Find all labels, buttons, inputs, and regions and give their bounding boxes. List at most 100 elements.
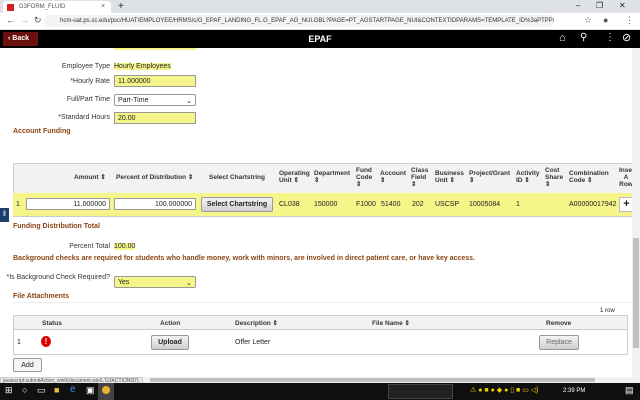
- profile-icon[interactable]: ●: [603, 15, 608, 25]
- col-account[interactable]: Account ⇕: [380, 170, 408, 184]
- background-check-label: *Is Background Check Required?: [6, 274, 110, 281]
- cell-account: 51400: [381, 201, 401, 208]
- col-cost-share[interactable]: Cost Share ⇕: [545, 167, 565, 188]
- app-header: EPAF ‹ Back ⌂ ⚲ ⋮ ⊘: [0, 30, 640, 48]
- background-check-notice: Background checks are required for stude…: [13, 255, 476, 262]
- restore-icon[interactable]: ❐: [596, 1, 603, 10]
- windows-start-icon[interactable]: ⊞: [5, 385, 13, 396]
- reload-icon[interactable]: ↻: [34, 15, 42, 26]
- vertical-scrollbar[interactable]: [632, 48, 640, 383]
- account-funding-title: Account Funding: [13, 128, 71, 135]
- percent-total-value: 100.00: [114, 243, 136, 250]
- tab-title: G3FORM_FLUID: [19, 4, 66, 10]
- scrollbar-thumb[interactable]: [633, 238, 639, 348]
- back-button[interactable]: ‹ Back: [3, 32, 38, 46]
- col-combination-code[interactable]: Combination Code ⇕: [569, 170, 614, 184]
- address-bar: ← → ↻ hcm-uat.ps.sc.edu/psc/HUAT/EMPLOYE…: [0, 13, 640, 30]
- col-activity-id[interactable]: Activity ID ⇕: [516, 170, 540, 184]
- select-chartstring-button[interactable]: Select Chartstring: [201, 197, 273, 212]
- employee-type-value: Hourly Employees: [114, 63, 171, 70]
- upload-button[interactable]: Upload: [151, 335, 189, 350]
- cell-activity-id: 1: [516, 201, 520, 208]
- store-icon[interactable]: ▣: [86, 385, 95, 396]
- row-number: 1: [16, 201, 20, 208]
- chevron-down-icon: ⌄: [186, 98, 192, 105]
- file-attachments-title: File Attachments: [13, 293, 70, 300]
- full-part-time-select[interactable]: Part-Time ⌄: [114, 94, 196, 106]
- employee-type-label: Employee Type: [61, 63, 110, 70]
- background-check-select[interactable]: Yes ⌄: [114, 276, 196, 288]
- row-count: 1 row: [600, 308, 615, 314]
- bookmark-star-icon[interactable]: ☆: [584, 15, 592, 26]
- home-icon[interactable]: ⌂: [559, 32, 566, 44]
- col-class-field[interactable]: Class Field ⇕: [411, 167, 431, 188]
- file-explorer-icon[interactable]: ■: [54, 385, 59, 395]
- funding-total-title: Funding Distribution Total: [13, 223, 100, 230]
- window-close-icon[interactable]: ✕: [619, 1, 626, 10]
- col-department[interactable]: Department ⇕: [314, 170, 354, 184]
- close-tab-icon[interactable]: ×: [101, 3, 105, 10]
- percent-input[interactable]: 100.000000: [114, 198, 196, 210]
- error-status-icon: !: [41, 336, 51, 347]
- cell-operating-unit: CL038: [279, 201, 300, 208]
- menu-icon[interactable]: ⋮: [625, 15, 634, 26]
- col-fund-code[interactable]: Fund Code ⇕: [356, 167, 378, 188]
- attachment-description: Offer Letter: [235, 339, 271, 346]
- col-percent[interactable]: Percent of Distribution ⇕: [116, 174, 193, 181]
- col-select-chartstring: Select Chartstring: [209, 174, 265, 181]
- field-top-remnant: [114, 48, 196, 50]
- side-panel-toggle-icon[interactable]: ‖: [0, 208, 9, 222]
- full-part-value: Part-Time: [118, 97, 149, 104]
- attachment-row-number: 1: [17, 339, 21, 346]
- col-project-grant[interactable]: Project/Grant ⇕: [469, 170, 514, 184]
- favicon-icon: [7, 4, 14, 11]
- cell-project-grant: 10005084: [469, 201, 501, 208]
- cell-fund-code: F1000: [356, 201, 376, 208]
- background-check-value: Yes: [118, 279, 130, 286]
- replace-button[interactable]: Replace: [539, 335, 579, 350]
- col-operating-unit[interactable]: Operating Unit ⇕: [279, 170, 315, 184]
- add-attachment-button[interactable]: Add: [13, 358, 42, 372]
- cell-business-unit: USCSP: [435, 201, 460, 208]
- task-view-icon[interactable]: ▭: [37, 385, 46, 396]
- col-action: Action: [160, 320, 181, 327]
- full-part-time-label: Full/Part Time: [66, 96, 110, 103]
- hourly-rate-label: *Hourly Rate: [70, 78, 110, 85]
- tray-app-group[interactable]: [388, 384, 453, 399]
- standard-hours-label: *Standard Hours: [58, 114, 110, 121]
- col-remove: Remove: [546, 320, 572, 327]
- notifications-icon[interactable]: ▤: [625, 385, 634, 396]
- cell-department: 150000: [314, 201, 338, 208]
- col-status: Status: [42, 320, 62, 327]
- back-arrow-icon[interactable]: ←: [6, 15, 15, 25]
- actions-menu-icon[interactable]: ⋮: [605, 32, 615, 43]
- amount-input[interactable]: 11.000000: [26, 198, 110, 210]
- back-label: Back: [12, 35, 30, 42]
- page-title: EPAF: [308, 34, 332, 44]
- search-icon[interactable]: ⚲: [580, 32, 587, 43]
- col-insert-row: Insert A Row: [619, 167, 633, 188]
- clock[interactable]: 2:39 PM: [563, 388, 585, 394]
- h-scrollbar-thumb[interactable]: [150, 378, 595, 382]
- chrome-taskbar-icon[interactable]: [98, 383, 114, 400]
- cell-class-field: 202: [412, 201, 424, 208]
- col-business-unit[interactable]: Business Unit ⇕: [435, 170, 467, 184]
- cortana-icon[interactable]: ○: [22, 385, 27, 395]
- col-description[interactable]: Description ⇕: [235, 320, 278, 327]
- new-tab-icon[interactable]: +: [118, 1, 124, 12]
- forward-arrow-icon[interactable]: →: [20, 15, 29, 25]
- tray-icons[interactable]: ⚠ ● ■ ● ◆ ● ▯ ■ ▭ ◁): [470, 386, 538, 394]
- url-input[interactable]: hcm-uat.ps.sc.edu/psc/HUAT/EMPLOYEE/HRMS…: [44, 15, 554, 27]
- browser-tab-bar: G3FORM_FLUID × + – ❐ ✕: [0, 0, 640, 13]
- attachments-header: [14, 316, 627, 330]
- standard-hours-input[interactable]: 20.00: [114, 112, 196, 124]
- edge-icon[interactable]: e: [70, 384, 76, 395]
- hourly-rate-input[interactable]: 11.000000: [114, 75, 196, 87]
- minimize-icon[interactable]: –: [576, 1, 580, 10]
- browser-tab[interactable]: G3FORM_FLUID ×: [3, 1, 111, 13]
- percent-total-label: Percent Total: [69, 243, 110, 250]
- divider: [13, 302, 633, 303]
- navbar-compass-icon[interactable]: ⊘: [622, 31, 631, 44]
- col-amount[interactable]: Amount ⇕: [74, 174, 106, 181]
- col-file-name[interactable]: File Name ⇕: [372, 320, 410, 327]
